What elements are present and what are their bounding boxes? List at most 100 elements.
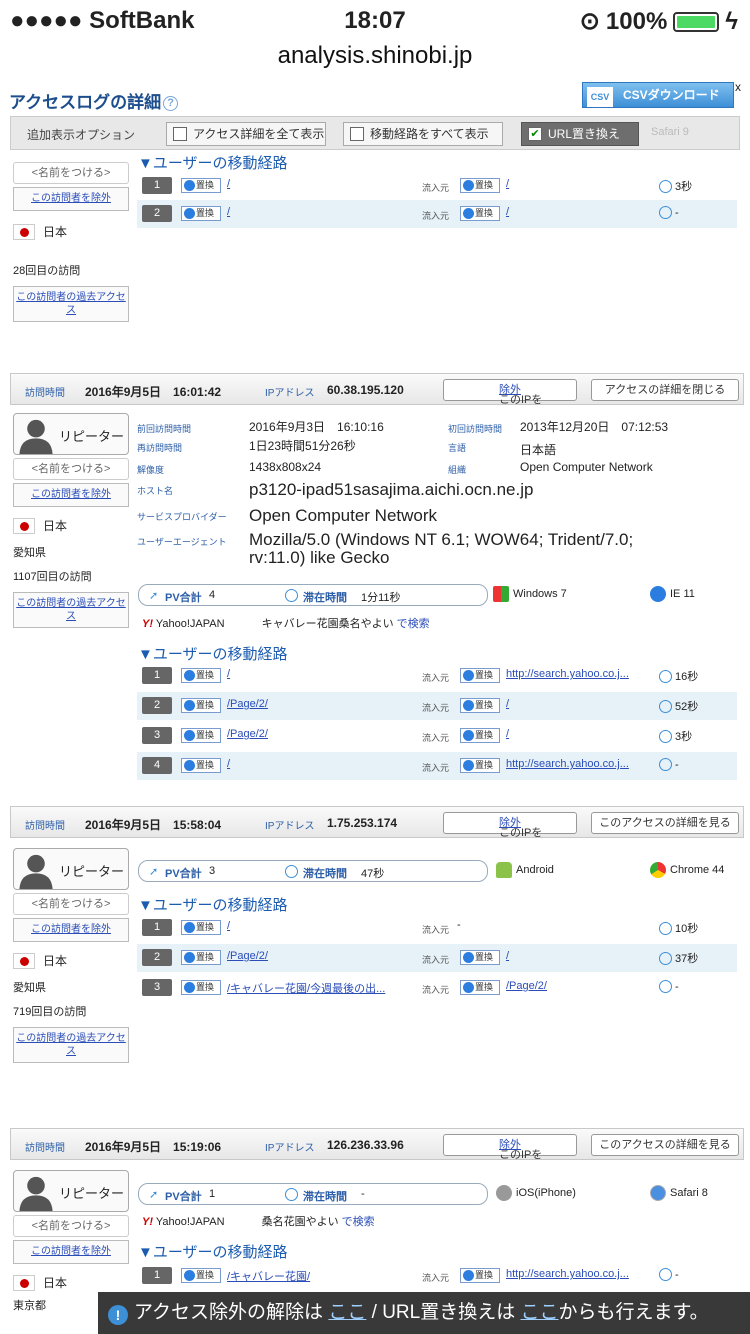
ip-address: 1.75.253.174 <box>327 816 398 830</box>
replace-button[interactable]: 置換 <box>181 698 221 713</box>
show-all-details-checkbox[interactable]: アクセス詳細を全て表示 <box>166 122 326 146</box>
user-silhouette-icon <box>19 854 53 889</box>
unexclude-link[interactable]: ここ <box>328 1302 366 1323</box>
replace-button[interactable]: 置換 <box>460 178 500 193</box>
source-link[interactable]: / <box>506 698 509 710</box>
step-number: 3 <box>142 979 172 996</box>
replace-button[interactable]: 置換 <box>181 950 221 965</box>
replace-button[interactable]: 置換 <box>181 980 221 995</box>
step-number: 2 <box>142 697 172 714</box>
access-log-toolbar: アクセスログの詳細? CSV CSVダウンロード x 追加表示オプション アクセス… <box>0 80 750 160</box>
visit-time-label: 訪問時間 <box>25 821 65 832</box>
access-details: 前回訪問時間 2016年9月3日 16:10:16 初回訪問時間 2013年12… <box>137 420 669 567</box>
page-link[interactable]: /Page/2/ <box>227 698 268 710</box>
replace-button[interactable]: 置換 <box>181 1268 221 1283</box>
ie-icon <box>650 586 666 602</box>
past-access-button[interactable]: この訪問者の過去アクセス <box>13 286 129 322</box>
stay-time: 10秒 <box>659 920 698 936</box>
source-link[interactable]: / <box>506 178 509 190</box>
pv-summary: ➚ PV合計 4 滞在時間 1分11秒 <box>138 584 488 606</box>
source-link[interactable]: / <box>506 728 509 740</box>
search-keyword: 桑名花園やよい <box>261 1216 339 1228</box>
exclude-visitor-button[interactable]: この訪問者を除外 <box>13 918 129 942</box>
replace-button[interactable]: 置換 <box>181 206 221 221</box>
page-link[interactable]: / <box>227 758 230 770</box>
show-detail-button[interactable]: このアクセスの詳細を見る <box>591 812 739 834</box>
step-number: 3 <box>142 727 172 744</box>
path-row: 1 置換 / 流入元 置換 / 3秒 <box>137 172 737 200</box>
url-replace-link[interactable]: ここ <box>521 1302 559 1323</box>
name-visitor-field[interactable]: <名前をつける> <box>13 458 129 480</box>
show-all-paths-checkbox[interactable]: 移動経路をすべて表示 <box>343 122 503 146</box>
source-link[interactable]: http://search.yahoo.co.j... <box>506 1268 629 1280</box>
exclude-visitor-button[interactable]: この訪問者を除外 <box>13 1240 129 1264</box>
source-link[interactable]: / <box>506 206 509 218</box>
replace-button[interactable]: 置換 <box>460 758 500 773</box>
source-link[interactable]: http://search.yahoo.co.j... <box>506 758 629 770</box>
close-detail-button[interactable]: アクセスの詳細を閉じる <box>591 379 739 401</box>
page-link[interactable]: /キャバレー花園/ <box>227 1268 310 1284</box>
replace-button[interactable]: 置換 <box>460 980 500 995</box>
ip-label: IPアドレス <box>265 1143 315 1154</box>
exclude-visitor-button[interactable]: この訪問者を除外 <box>13 187 129 211</box>
path-row: 1 置換 / 流入元 置換 http://search.yahoo.co.j... 16秒 <box>137 662 737 690</box>
replace-button[interactable]: 置換 <box>460 668 500 683</box>
page-link[interactable]: /キャバレー花園/今週最後の出... <box>227 980 385 996</box>
help-icon[interactable]: ? <box>163 96 179 112</box>
source-link[interactable]: http://search.yahoo.co.j... <box>506 668 629 680</box>
source-link[interactable]: / <box>506 950 509 962</box>
close-icon[interactable]: x <box>735 80 741 94</box>
replace-button[interactable]: 置換 <box>181 758 221 773</box>
exclude-ip-button[interactable]: このIPを 除外 <box>443 1134 577 1161</box>
source-label: 流入元 <box>422 733 450 743</box>
japan-flag-icon <box>13 517 35 534</box>
url-bar[interactable]: analysis.shinobi.jp <box>0 42 750 70</box>
source-link[interactable]: /Page/2/ <box>506 980 547 992</box>
page-link[interactable]: / <box>227 178 230 190</box>
url-replace-checkbox[interactable]: ✔ URL置き換え <box>521 122 639 146</box>
replace-button[interactable]: 置換 <box>460 1268 500 1283</box>
footer-notice: ! アクセス除外の解除は ここ / URL置き換えは ここからも行えます。 <box>98 1292 750 1334</box>
replace-button[interactable]: 置換 <box>460 698 500 713</box>
search-keyword: キャバレー花園桑名やよい <box>261 618 394 630</box>
replace-button[interactable]: 置換 <box>460 728 500 743</box>
past-access-button[interactable]: この訪問者の過去アクセス <box>13 592 129 628</box>
access-card: 訪問時間 2016年9月5日 15:58:04 IPアドレス 1.75.253.… <box>10 806 744 839</box>
show-detail-button[interactable]: このアクセスの詳細を見る <box>591 1134 739 1156</box>
source-none: - <box>457 919 461 931</box>
path-row: 4 置換 / 流入元 置換 http://search.yahoo.co.j... - <box>137 752 737 780</box>
page-link[interactable]: / <box>227 920 230 932</box>
replace-button[interactable]: 置換 <box>181 668 221 683</box>
replace-button[interactable]: 置換 <box>181 920 221 935</box>
page-link[interactable]: / <box>227 206 230 218</box>
exclude-visitor-button[interactable]: この訪問者を除外 <box>13 483 129 507</box>
past-access-button[interactable]: この訪問者の過去アクセス <box>13 1027 129 1063</box>
search-link[interactable]: で検索 <box>397 618 430 630</box>
name-visitor-field[interactable]: <名前をつける> <box>13 1215 129 1237</box>
lock-rotation-icon: ⊙ <box>579 8 600 35</box>
clock-icon <box>659 1268 672 1281</box>
page-link[interactable]: /Page/2/ <box>227 728 268 740</box>
csv-download-button[interactable]: CSV CSVダウンロード <box>582 82 734 108</box>
page-link[interactable]: /Page/2/ <box>227 950 268 962</box>
ip-address: 60.38.195.120 <box>327 383 404 397</box>
stay-time: 52秒 <box>659 698 698 714</box>
source-label: 流入元 <box>422 925 450 935</box>
clock-icon <box>659 729 672 743</box>
replace-button[interactable]: 置換 <box>460 950 500 965</box>
replace-button[interactable]: 置換 <box>181 728 221 743</box>
name-visitor-field[interactable]: <名前をつける> <box>13 893 129 915</box>
android-icon <box>496 862 512 878</box>
stay-time: 3秒 <box>659 178 692 194</box>
replace-button[interactable]: 置換 <box>460 206 500 221</box>
search-link[interactable]: で検索 <box>342 1216 375 1228</box>
path-row: 2 置換 / 流入元 置換 / - <box>137 200 737 228</box>
browser-info: Chrome 44 <box>650 862 724 878</box>
exclude-ip-button[interactable]: このIPを 除外 <box>443 379 577 406</box>
path-row: 3 置換/キャバレー花園/今週最後の出... 流入元 置換/Page/2/- <box>137 974 737 1002</box>
exclude-ip-button[interactable]: このIPを 除外 <box>443 812 577 839</box>
page-link[interactable]: / <box>227 668 230 680</box>
replace-button[interactable]: 置換 <box>181 178 221 193</box>
name-visitor-field[interactable]: <名前をつける> <box>13 162 129 184</box>
card-header: 訪問時間 2016年9月5日 16:01:42 IPアドレス 60.38.195… <box>10 373 744 406</box>
